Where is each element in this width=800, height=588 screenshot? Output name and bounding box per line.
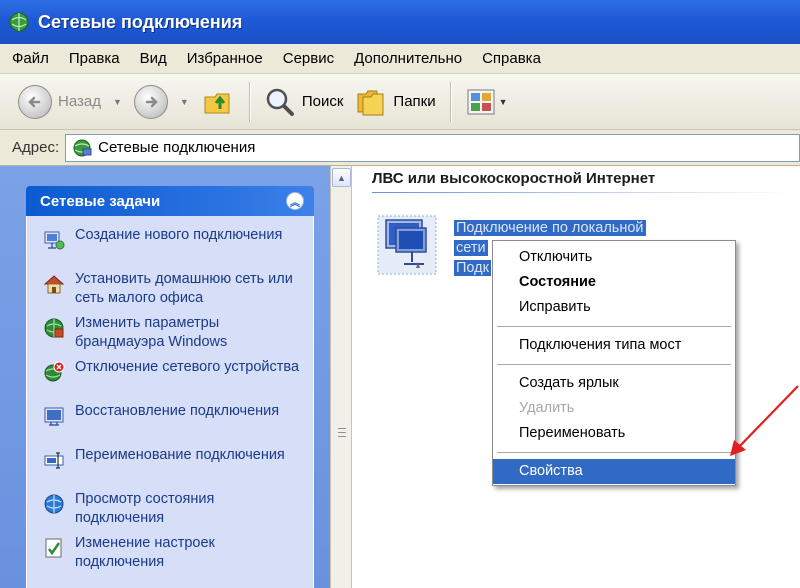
task-rename[interactable]: Переименование подключения	[27, 446, 313, 490]
task-label: Изменить параметры брандмауэра Windows	[75, 315, 228, 350]
menu-item-status[interactable]: Состояние	[493, 270, 735, 295]
scroll-grip-icon[interactable]	[338, 428, 346, 440]
collapse-chevron-icon[interactable]: ︽	[286, 192, 304, 210]
pane-scrollbar[interactable]: ▲	[330, 166, 352, 588]
network-tasks-header[interactable]: Сетевые задачи ︽	[26, 186, 314, 216]
network-tasks-title: Сетевые задачи	[40, 192, 161, 210]
back-label: Назад	[58, 93, 101, 110]
scroll-up-arrow-icon[interactable]: ▲	[332, 168, 351, 187]
search-icon	[266, 88, 294, 116]
group-header: ЛВС или высокоскоростной Интернет	[372, 170, 656, 187]
network-connections-icon	[73, 139, 92, 156]
folders-button[interactable]: Папки	[349, 80, 441, 124]
views-icon	[467, 89, 495, 114]
task-change-settings[interactable]: Изменение настроек подключения	[27, 534, 313, 578]
menu-item-bridge[interactable]: Подключения типа мост	[493, 333, 735, 358]
menu-item-create-shortcut[interactable]: Создать ярлык	[493, 371, 735, 396]
network-tasks-list: Создание нового подключения Установить д…	[26, 216, 314, 588]
task-label: Изменение настроек подключения	[75, 535, 215, 570]
task-disable-device[interactable]: Отключение сетевого устройства	[27, 358, 313, 402]
menu-separator	[497, 364, 731, 365]
context-menu: Отключить Состояние Исправить Подключени…	[492, 240, 736, 486]
menu-file[interactable]: Файл	[12, 50, 49, 67]
menu-item-disconnect[interactable]: Отключить	[493, 245, 735, 270]
task-label: Создание нового подключения	[75, 227, 283, 243]
menu-edit[interactable]: Правка	[69, 50, 120, 67]
title-bar[interactable]: Сетевые подключения	[0, 0, 800, 44]
menu-item-rename[interactable]: Переименовать	[493, 421, 735, 446]
new-connection-icon	[44, 231, 65, 250]
home-network-icon	[43, 275, 65, 294]
connection-name-line1: Подключение по локальной	[454, 220, 646, 236]
forward-button[interactable]	[128, 80, 174, 124]
network-connections-icon	[9, 12, 29, 32]
group-divider	[372, 192, 792, 193]
back-button[interactable]: Назад	[12, 80, 107, 124]
folders-label: Папки	[393, 93, 436, 110]
back-dropdown-icon[interactable]: ▼	[113, 97, 122, 107]
task-label: Установить домашнюю сеть или сеть малого…	[75, 271, 293, 306]
views-button[interactable]: ▼	[459, 80, 520, 124]
address-value: Сетевые подключения	[98, 139, 256, 156]
red-arrow-icon	[730, 385, 799, 456]
task-create-connection[interactable]: Создание нового подключения	[27, 226, 313, 270]
toolbar-separator	[449, 81, 451, 122]
folder-up-icon	[204, 93, 230, 113]
menu-advanced[interactable]: Дополнительно	[354, 50, 462, 67]
network-tasks-box: Сетевые задачи ︽ Создание нового подключ…	[26, 186, 314, 588]
task-home-network[interactable]: Установить домашнюю сеть или сеть малого…	[27, 270, 313, 314]
address-label: Адрес:	[12, 139, 60, 156]
views-dropdown-icon: ▼	[498, 96, 508, 107]
menu-bar: Файл Правка Вид Избранное Сервис Дополни…	[0, 44, 800, 74]
disable-device-icon	[44, 361, 65, 382]
task-label: Восстановление подключения	[75, 403, 280, 419]
rename-icon	[44, 452, 64, 469]
forward-dropdown-icon[interactable]: ▼	[180, 97, 189, 107]
search-button[interactable]: Поиск	[258, 80, 350, 124]
task-label: Просмотр состояния подключения	[75, 491, 215, 526]
up-folder-button[interactable]	[195, 80, 241, 124]
task-pane: Сетевые задачи ︽ Создание нового подключ…	[0, 166, 330, 588]
task-view-status[interactable]: Просмотр состояния подключения	[27, 490, 313, 534]
connection-name-line3: Подк	[454, 260, 491, 276]
settings-icon	[45, 538, 62, 558]
search-label: Поиск	[301, 93, 344, 110]
menu-help[interactable]: Справка	[482, 50, 541, 67]
back-arrow-icon	[18, 84, 52, 119]
address-bar: Адрес: Сетевые подключения	[0, 130, 800, 166]
menu-separator	[497, 452, 731, 453]
menu-favorites[interactable]: Избранное	[187, 50, 263, 67]
menu-item-delete: Удалить	[519, 400, 575, 416]
task-label: Отключение сетевого устройства	[75, 359, 300, 375]
firewall-icon	[44, 318, 64, 338]
address-input[interactable]: Сетевые подключения	[65, 133, 800, 162]
toolbar-separator	[248, 81, 250, 122]
menu-tools[interactable]: Сервис	[283, 50, 334, 67]
window-title: Сетевые подключения	[38, 11, 243, 32]
toolbar: Назад ▼ ▼ Поиск Папки ▼	[0, 74, 800, 130]
status-icon	[44, 494, 64, 514]
menu-item-repair[interactable]: Исправить	[493, 295, 735, 320]
menu-item-properties[interactable]: Свойства	[493, 459, 735, 484]
task-firewall[interactable]: Изменить параметры брандмауэра Windows	[27, 314, 313, 358]
forward-arrow-icon	[133, 84, 168, 119]
task-repair[interactable]: Восстановление подключения	[27, 402, 313, 446]
lan-connection-icon[interactable]	[376, 214, 438, 276]
folders-icon	[357, 90, 384, 115]
connection-name-line2: сети	[454, 240, 488, 256]
menu-view[interactable]: Вид	[140, 50, 167, 67]
repair-icon	[44, 407, 64, 426]
menu-separator	[497, 326, 731, 327]
task-label: Переименование подключения	[75, 447, 285, 463]
